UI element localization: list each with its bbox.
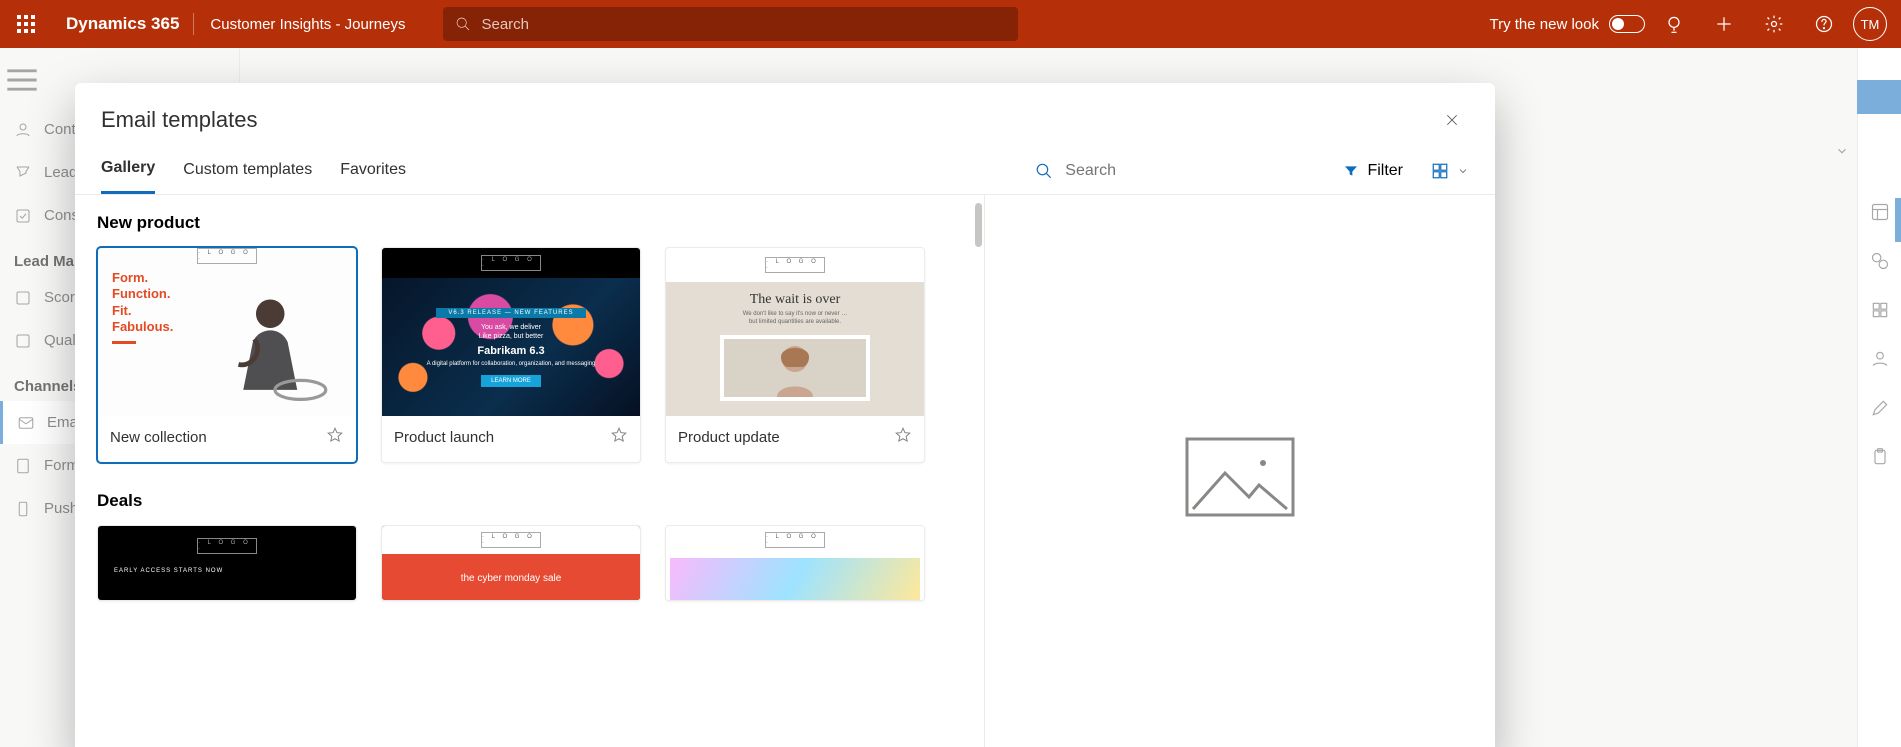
- star-icon: [610, 426, 628, 444]
- preview-gradient: [666, 554, 924, 601]
- page-body: Contacts Leads Consent Lead Management S…: [0, 48, 1901, 747]
- app-launcher-icon[interactable]: [0, 15, 52, 33]
- preview-band: the cyber monday sale: [382, 554, 640, 601]
- image-placeholder-icon: [1185, 437, 1295, 517]
- preview-logo: · L O G O ·: [481, 255, 541, 271]
- preview-hero: V6.3 RELEASE — NEW FEATURES You ask, we …: [382, 278, 640, 416]
- toggle-icon: [1609, 15, 1645, 33]
- close-button[interactable]: [1435, 103, 1469, 137]
- grid-view-icon: [1431, 162, 1449, 180]
- lightbulb-icon[interactable]: [1653, 0, 1695, 48]
- preview-subtext: We don't like to say it's now or never ……: [743, 311, 848, 327]
- global-search[interactable]: Search: [443, 7, 1018, 41]
- template-card-name: New collection: [110, 429, 207, 446]
- modal-title: Email templates: [101, 107, 258, 133]
- preview-logo: · L O G O ·: [765, 532, 825, 548]
- avatar-initials: TM: [1861, 17, 1880, 32]
- template-card-name: Product update: [678, 429, 780, 446]
- template-gallery[interactable]: New product · L O G O · Form. Function. …: [75, 195, 985, 747]
- template-card-deals-3[interactable]: · L O G O ·: [665, 525, 925, 601]
- preview-headline: The wait is over: [750, 292, 841, 308]
- search-icon: [455, 16, 471, 32]
- close-icon: [1444, 112, 1460, 128]
- filter-icon: [1343, 163, 1359, 179]
- view-switcher[interactable]: [1431, 162, 1469, 180]
- new-look-label: Try the new look: [1490, 16, 1600, 33]
- preview-headline: Form. Function. Fit. Fabulous.: [112, 270, 173, 416]
- new-look-toggle[interactable]: Try the new look: [1490, 15, 1646, 33]
- template-search-input[interactable]: [1065, 162, 1315, 180]
- template-preview-pane: [985, 195, 1495, 747]
- section-title-deals: Deals: [97, 491, 974, 511]
- favorite-button[interactable]: [610, 426, 628, 448]
- filter-label: Filter: [1367, 162, 1403, 180]
- preview-logo: · L O G O ·: [481, 532, 541, 548]
- preview-line: EARLY ACCESS STARTS NOW: [98, 566, 356, 576]
- template-card-product-launch[interactable]: · L O G O · V6.3 RELEASE — NEW FEATURES …: [381, 247, 641, 463]
- tab-custom-templates[interactable]: Custom templates: [183, 161, 312, 193]
- template-card-name: Product launch: [394, 429, 494, 446]
- template-search[interactable]: [1035, 161, 1315, 181]
- user-avatar[interactable]: TM: [1853, 7, 1887, 41]
- template-card-new-collection[interactable]: · L O G O · Form. Function. Fit. Fabulou…: [97, 247, 357, 463]
- chevron-down-icon: [1457, 165, 1469, 177]
- app-name[interactable]: Customer Insights - Journeys: [194, 16, 421, 33]
- section-title-new-product: New product: [97, 213, 974, 233]
- modal-toolbar: Gallery Custom templates Favorites Filte…: [75, 141, 1495, 195]
- tab-favorites[interactable]: Favorites: [340, 161, 406, 193]
- preview-image: [720, 335, 870, 401]
- preview-logo: · L O G O ·: [197, 248, 257, 264]
- search-icon: [1035, 161, 1053, 181]
- favorite-button[interactable]: [326, 426, 344, 448]
- template-card-product-update[interactable]: · L O G O · The wait is over We don't li…: [665, 247, 925, 463]
- template-card-deals-2[interactable]: · L O G O · the cyber monday sale: [381, 525, 641, 601]
- brand-name[interactable]: Dynamics 365: [52, 14, 193, 34]
- tab-gallery[interactable]: Gallery: [101, 159, 155, 194]
- filter-button[interactable]: Filter: [1343, 162, 1403, 180]
- preview-logo: · L O G O ·: [197, 538, 257, 554]
- star-icon: [894, 426, 912, 444]
- add-icon[interactable]: [1703, 0, 1745, 48]
- global-search-placeholder: Search: [481, 16, 529, 33]
- help-icon[interactable]: [1803, 0, 1845, 48]
- favorite-button[interactable]: [894, 426, 912, 448]
- template-card-deals-1[interactable]: · L O G O · EARLY ACCESS STARTS NOW: [97, 525, 357, 601]
- email-templates-modal: Email templates Gallery Custom templates…: [75, 83, 1495, 747]
- scrollbar-thumb[interactable]: [975, 203, 982, 247]
- gear-icon[interactable]: [1753, 0, 1795, 48]
- star-icon: [326, 426, 344, 444]
- preview-logo: · L O G O ·: [765, 257, 825, 273]
- preview-image: [183, 270, 342, 416]
- app-header: Dynamics 365 Customer Insights - Journey…: [0, 0, 1901, 48]
